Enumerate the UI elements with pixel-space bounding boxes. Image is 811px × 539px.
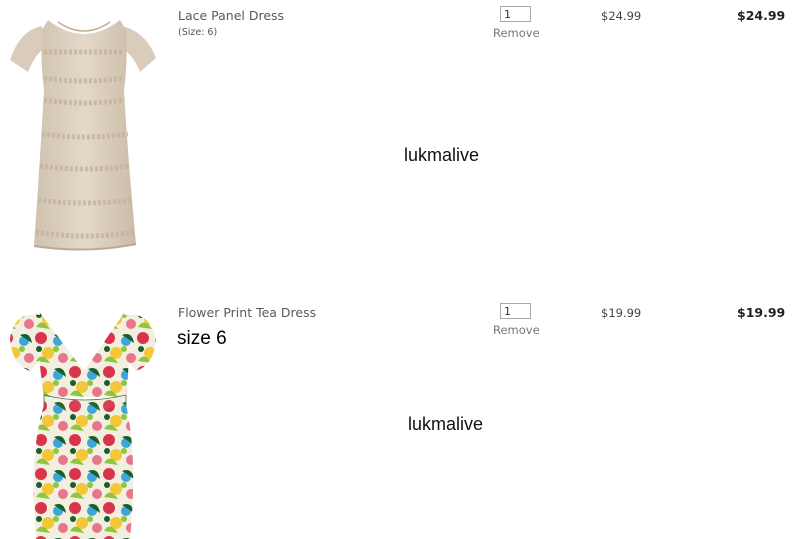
unit-price: $24.99	[601, 9, 642, 23]
remove-link[interactable]: Remove	[493, 26, 540, 40]
flower-print-tea-dress-image[interactable]	[0, 297, 170, 539]
cart-item-lace-panel-dress: Lace Panel Dress (Size: 6) Remove $24.99…	[0, 0, 811, 290]
quantity-input[interactable]	[500, 303, 531, 319]
line-total: $24.99	[737, 8, 786, 23]
product-size-option: (Size: 6)	[178, 27, 218, 38]
unit-price: $19.99	[601, 306, 642, 320]
remove-link[interactable]: Remove	[493, 323, 540, 337]
lace-panel-dress-image[interactable]	[0, 0, 170, 262]
quantity-input[interactable]	[500, 6, 531, 22]
watermark-text: lukmalive	[404, 145, 480, 165]
product-name[interactable]: Flower Print Tea Dress	[178, 305, 316, 320]
size-note: size 6	[177, 328, 227, 349]
watermark-text: lukmalive	[408, 414, 484, 434]
line-total: $19.99	[737, 305, 786, 320]
product-name[interactable]: Lace Panel Dress	[178, 8, 284, 23]
cart-item-flower-print-tea-dress: Flower Print Tea Dress size 6 Remove $19…	[0, 297, 811, 539]
